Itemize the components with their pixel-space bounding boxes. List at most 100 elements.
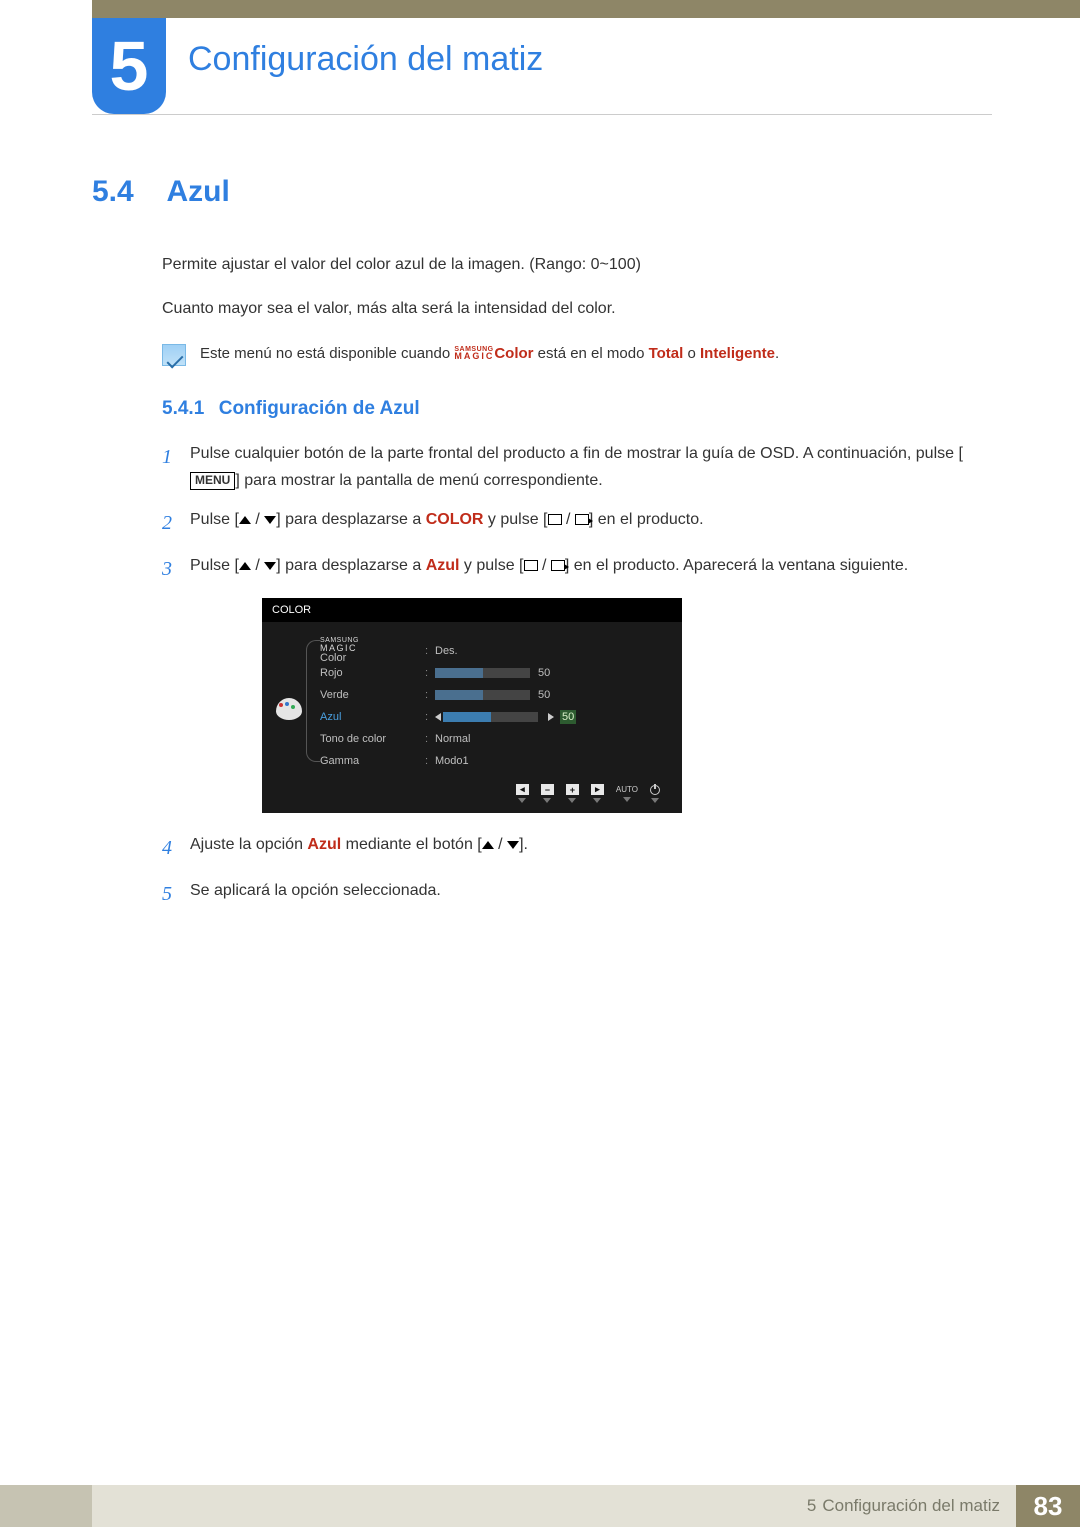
step-text: y pulse [	[483, 511, 547, 528]
chapter-underline	[92, 114, 992, 115]
triangle-down-icon	[264, 516, 276, 524]
osd-foot-power	[650, 785, 660, 803]
footer-chapter-title: Configuración del matiz	[822, 1496, 1000, 1516]
top-strip	[92, 0, 1080, 18]
page-footer: 5 Configuración del matiz 83	[0, 1485, 1080, 1527]
osd-footer: ◂ − + ▸ AUTO	[262, 778, 682, 805]
note: Este menú no está disponible cuando SAMS…	[162, 343, 992, 366]
page-content: 5.4 Azul Permite ajustar el valor del co…	[92, 175, 992, 923]
osd-bar	[435, 690, 530, 700]
chapter-number-badge: 5	[92, 18, 166, 114]
azul-keyword: Azul	[307, 836, 341, 853]
page-number: 83	[1016, 1485, 1080, 1527]
enter-icon: ▸	[591, 784, 604, 795]
triangle-down-icon	[623, 797, 631, 802]
step-2: 2 Pulse [ / ] para desplazarse a COLOR y…	[162, 506, 992, 540]
palette-icon	[276, 698, 302, 720]
step-body: Pulse [ / ] para desplazarse a COLOR y p…	[190, 506, 992, 540]
subsection-title: Configuración de Azul	[219, 398, 420, 419]
osd-left-pane	[272, 640, 320, 772]
step-text: ] para desplazarse a	[276, 511, 425, 528]
enter-icon	[551, 560, 565, 571]
osd-foot-enter: ▸	[591, 784, 604, 803]
power-icon	[650, 785, 660, 795]
triangle-down-icon	[568, 798, 576, 803]
step-body: Ajuste la opción Azul mediante el botón …	[190, 831, 992, 865]
osd-slider: 50	[435, 667, 564, 679]
step-text: Pulse cualquier botón de la parte fronta…	[190, 445, 963, 462]
step-5: 5 Se aplicará la opción seleccionada.	[162, 877, 992, 911]
step-text: Ajuste la opción	[190, 836, 307, 853]
intro-paragraph-2: Cuanto mayor sea el valor, más alta será…	[162, 298, 992, 320]
step-text: ] para mostrar la pantalla de menú corre…	[235, 472, 602, 489]
osd-row-azul: Azul : 50	[320, 706, 664, 728]
osd-label: Verde	[320, 689, 425, 701]
note-end: .	[775, 345, 779, 362]
azul-keyword: Azul	[426, 557, 460, 574]
osd-label: SAMSUNGMAGIC Color	[320, 638, 425, 664]
footer-chapter-number: 5	[807, 1496, 816, 1516]
mode-total: Total	[649, 345, 684, 362]
note-mid: está en el modo	[534, 345, 649, 362]
step-text: y pulse [	[459, 557, 523, 574]
triangle-left-icon	[435, 713, 441, 721]
osd-colon: :	[425, 755, 435, 767]
osd-window: COLOR SAMSUNGMAGIC Color : Des.	[262, 598, 682, 813]
triangle-down-icon	[264, 562, 276, 570]
osd-bar	[435, 668, 530, 678]
step-number: 5	[162, 877, 190, 911]
magic-text: MAGIC	[320, 644, 425, 652]
step-number: 3	[162, 552, 190, 586]
triangle-up-icon	[482, 841, 494, 849]
note-text: Este menú no está disponible cuando SAMS…	[200, 343, 779, 364]
osd-foot-auto: AUTO	[616, 785, 638, 802]
step-4: 4 Ajuste la opción Azul mediante el botó…	[162, 831, 992, 865]
osd-foot-plus: +	[566, 784, 579, 803]
osd-label-selected: Azul	[320, 711, 425, 723]
step-body: Pulse cualquier botón de la parte fronta…	[190, 440, 992, 494]
step-1: 1 Pulse cualquier botón de la parte fron…	[162, 440, 992, 494]
osd-slider: 50	[435, 689, 564, 701]
chapter-title: Configuración del matiz	[188, 40, 543, 79]
source-icon	[548, 514, 562, 525]
osd-row-tono: Tono de color : Normal	[320, 728, 664, 750]
minus-icon: −	[541, 784, 554, 795]
magic-suffix: Color	[494, 345, 533, 362]
triangle-down-icon	[651, 798, 659, 803]
footer-chapter: 5 Configuración del matiz	[92, 1485, 1016, 1527]
osd-foot-back: ◂	[516, 784, 529, 803]
step-text: ] para desplazarse a	[276, 557, 425, 574]
osd-value: Des.	[435, 645, 458, 657]
step-number: 2	[162, 506, 190, 540]
osd-bracket	[306, 640, 320, 762]
osd-value: Modo1	[435, 755, 469, 767]
osd-colon: :	[425, 711, 435, 723]
note-or: o	[683, 345, 700, 362]
osd-value: 50	[538, 689, 564, 701]
osd-value-selected: 50	[560, 710, 576, 724]
samsung-magic-logo: SAMSUNGMAGIC	[454, 347, 494, 360]
osd-label: Tono de color	[320, 733, 425, 745]
osd-row-rojo: Rojo : 50	[320, 662, 664, 684]
osd-list: SAMSUNGMAGIC Color : Des. Rojo : 50	[320, 640, 664, 772]
osd-foot-minus: −	[541, 784, 554, 803]
subsection-heading: 5.4.1 Configuración de Azul	[162, 398, 992, 420]
mode-inteligente: Inteligente	[700, 345, 775, 362]
source-icon	[524, 560, 538, 571]
triangle-right-icon	[548, 713, 554, 721]
section-number: 5.4	[92, 175, 162, 209]
color-keyword: COLOR	[426, 511, 484, 528]
note-icon	[162, 344, 186, 366]
osd-label: Rojo	[320, 667, 425, 679]
step-text: Pulse [	[190, 511, 239, 528]
osd-colon: :	[425, 667, 435, 679]
osd-magic-suffix: Color	[320, 652, 346, 664]
footer-accent	[0, 1485, 92, 1527]
triangle-up-icon	[239, 562, 251, 570]
osd-value: 50	[538, 667, 564, 679]
osd-row-magic: SAMSUNGMAGIC Color : Des.	[320, 640, 664, 662]
osd-slider: 50	[435, 710, 576, 724]
osd-row-verde: Verde : 50	[320, 684, 664, 706]
step-number: 4	[162, 831, 190, 865]
note-pre: Este menú no está disponible cuando	[200, 345, 454, 362]
